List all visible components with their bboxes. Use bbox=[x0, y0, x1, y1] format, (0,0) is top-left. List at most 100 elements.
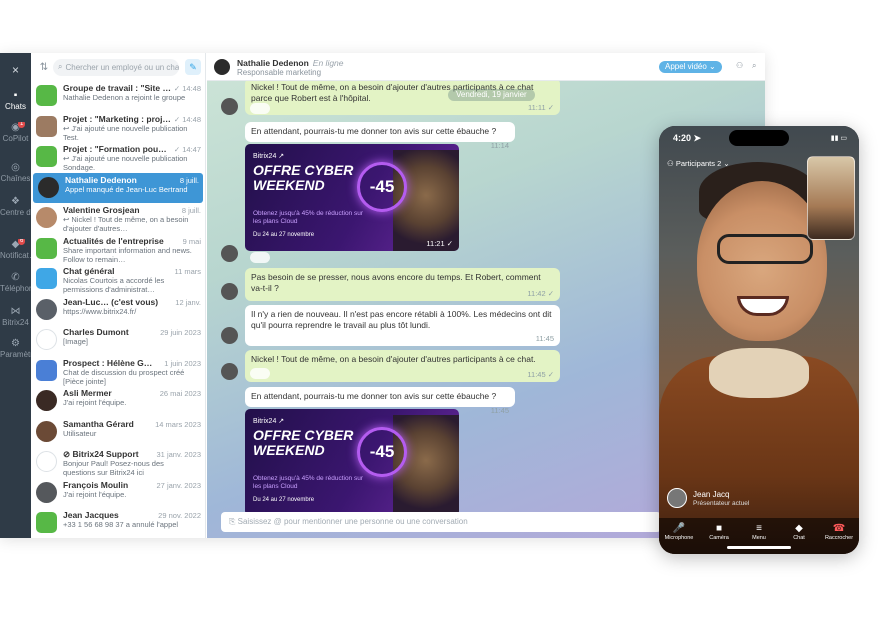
rail-item-channels[interactable]: ◎ Chaînes bbox=[0, 162, 31, 183]
participants-label: Participants 2 ⌄ bbox=[675, 159, 730, 168]
messenger-window: × ▪Chats ◉1CoPilot ◎Chaînes ❖Centre de… ◆6No… bbox=[0, 53, 765, 538]
message-time: 11:11 ✓ bbox=[527, 103, 554, 112]
image-attachment[interactable]: Bitrix24 ↗ OFFRE CYBER WEEKEND -45 Obten… bbox=[245, 409, 459, 516]
avatar[interactable] bbox=[214, 59, 230, 75]
chat-bubble-icon: ◆ bbox=[795, 523, 803, 534]
chat-list-item[interactable]: Projet : "Formation pou… ✓ 14:47 ↩ J'ai aj… bbox=[31, 142, 205, 173]
rail-item-bell[interactable]: ◆6Notificat… bbox=[0, 239, 31, 260]
message-time: 11:21 ✓ bbox=[426, 239, 453, 248]
chat-list-item[interactable]: Asli Mermer 26 mai 2023 J'ai rejoint l'équ… bbox=[31, 386, 205, 417]
chat-time: 8 juill. bbox=[179, 175, 199, 185]
participants-toggle[interactable]: ⚇ Participants 2 ⌄ bbox=[667, 159, 730, 168]
chat-preview: J'ai rejoint l'équipe. bbox=[63, 398, 127, 407]
message-time: 11:14 bbox=[490, 141, 509, 150]
camera-icon: ■ bbox=[715, 523, 723, 534]
hang-up-icon: ☎ bbox=[832, 523, 846, 534]
chat-list-item[interactable]: ⊘ Bitrix24 Support 31 janv. 2023 Bonjour P… bbox=[31, 447, 205, 478]
reaction-badge[interactable] bbox=[250, 368, 270, 379]
chat-list-item[interactable]: Charles Dumont 29 juin 2023 [Image] bbox=[31, 325, 205, 356]
close-icon[interactable]: × bbox=[0, 63, 31, 77]
reaction-badge[interactable] bbox=[250, 252, 270, 263]
chat-list-item[interactable]: Actualités de l'entreprise 9 mai Share imp… bbox=[31, 234, 205, 265]
attach-icon[interactable]: ⎘ bbox=[229, 517, 238, 526]
rail-item-chat[interactable]: ▪ Chats bbox=[0, 90, 31, 111]
chat-name: Actualités de l'entreprise bbox=[63, 235, 164, 246]
chat-list-item[interactable]: François Moulin 27 janv. 2023 J'ai rejoint… bbox=[31, 478, 205, 509]
avatar bbox=[221, 245, 238, 262]
chat-list-item[interactable]: Chat général 11 mars Nicolas Courtois a ac… bbox=[31, 264, 205, 295]
chat-time: 8 juill. bbox=[181, 206, 201, 215]
chat-preview: J'ai rejoint l'équipe. bbox=[63, 489, 127, 499]
chat-time: 31 janv. 2023 bbox=[156, 450, 201, 459]
compose-icon[interactable]: ✎ bbox=[185, 59, 201, 75]
rail-item-copilot[interactable]: ◉ 1 CoPilot bbox=[0, 122, 31, 143]
message-bubble[interactable]: Pas besoin de se presser, nous avons enc… bbox=[245, 268, 560, 301]
chat-time: 1 juin 2023 bbox=[164, 358, 201, 368]
contact-name-text: Nathalie Dedenon bbox=[237, 58, 309, 68]
chat-list: ⇅ ⌕ Chercher un employé ou un chat ✎ Gro… bbox=[31, 53, 206, 538]
chat-preview: Nathalie Dedenon a rejoint le groupe bbox=[63, 93, 186, 102]
rail-item-phone[interactable]: ✆Téléphonie bbox=[0, 272, 31, 293]
chat-list-item[interactable]: Jean Jacques 29 nov. 2022 +33 1 56 68 98 3… bbox=[31, 508, 205, 538]
avatar bbox=[221, 98, 238, 115]
discount-badge: -45 bbox=[357, 427, 407, 477]
chat-list-item[interactable]: Valentine Grosjean 8 juill. ↩ Nickel ! Tou… bbox=[31, 203, 205, 234]
add-user-icon[interactable]: ⚇ bbox=[736, 61, 743, 70]
image-attachment[interactable]: Bitrix24 ↗ OFFRE CYBER WEEKEND -45 Obten… bbox=[245, 144, 459, 251]
chat-preview: ↩ J'ai ajouté une nouvelle publication T… bbox=[63, 123, 188, 142]
video-call-button[interactable]: Appel vidéo ⌄ bbox=[659, 61, 722, 73]
group-avatar bbox=[36, 115, 57, 137]
rail-item-bitrix[interactable]: ⋈ Bitrix24 bbox=[0, 306, 31, 327]
message-input[interactable]: ⎘ Saisissez @ pour mentionner une person… bbox=[221, 512, 661, 532]
avatar bbox=[36, 451, 57, 472]
chat-name: Groupe de travail : "Site … bbox=[63, 83, 171, 93]
message-bubble[interactable]: En attendant, pourrais-tu me donner ton … bbox=[245, 122, 515, 150]
chat-list-item[interactable]: Nathalie Dedenon 8 juill. Appel manqué de … bbox=[33, 172, 203, 203]
camera-button[interactable]: ■ Caméra bbox=[699, 522, 739, 541]
copilot-icon: ◉ bbox=[11, 122, 20, 133]
home-indicator bbox=[727, 546, 791, 549]
banner-title: OFFRE CYBER WEEKEND bbox=[253, 427, 354, 458]
chat-time: 29 juin 2023 bbox=[160, 328, 201, 337]
call-control-label: Chat bbox=[793, 535, 805, 541]
menu-button[interactable]: ≡ Menu bbox=[739, 522, 779, 541]
chat-list-item[interactable]: Prospect : Hélène G… 1 juin 2023 Chat de d… bbox=[31, 356, 205, 387]
chat-list-item[interactable]: Samantha Gérard 14 mars 2023 Utilisateur bbox=[31, 417, 205, 448]
microphone-button[interactable]: 🎤 Microphone bbox=[659, 522, 699, 541]
chat-bubble-button[interactable]: ◆ Chat bbox=[779, 522, 819, 541]
message-bubble[interactable]: Nickel ! Tout de même, on a besoin d'ajo… bbox=[245, 350, 560, 382]
date-divider: Vendredi, 19 janvier bbox=[448, 89, 535, 101]
call-control-label: Microphone bbox=[664, 535, 694, 541]
rail-item-label: Chaînes bbox=[0, 174, 31, 183]
message-bubble[interactable]: Il n'y a rien de nouveau. Il n'est pas e… bbox=[245, 305, 560, 346]
channels-icon: ◎ bbox=[11, 162, 20, 173]
chat-list-item[interactable]: Groupe de travail : "Site … ✓ 14:48 Nathal… bbox=[31, 81, 205, 112]
rail-item-gear[interactable]: ⚙Paramètres bbox=[0, 338, 31, 359]
rail-item-label: Chats bbox=[5, 102, 26, 111]
chat-icon: ▪ bbox=[13, 90, 18, 101]
message-bubble[interactable]: En attendant, pourrais-tu me donner ton … bbox=[245, 387, 515, 415]
message-text: En attendant, pourrais-tu me donner ton … bbox=[251, 391, 497, 401]
chat-list-item[interactable]: Projet : "Marketing : proj… ✓ 14:48 ↩ J'ai… bbox=[31, 112, 205, 143]
group-avatar bbox=[36, 85, 57, 106]
avatar bbox=[221, 327, 238, 344]
filter-icon[interactable]: ⇅ bbox=[35, 62, 53, 73]
reaction-badge[interactable] bbox=[250, 103, 270, 114]
self-view-video[interactable] bbox=[807, 156, 855, 240]
avatar bbox=[36, 329, 57, 350]
banner-subtitle: Obtenez jusqu'à 45% de réduction sur les… bbox=[253, 475, 364, 490]
discount-badge: -45 bbox=[357, 162, 407, 212]
chat-list-item[interactable]: Jean-Luc… (c'est vous) 12 janv. https://ww… bbox=[31, 295, 205, 326]
chat-name: Chat général bbox=[63, 266, 115, 276]
chat-name: Jean Jacques bbox=[63, 510, 119, 520]
hang-up-button[interactable]: ☎ Raccrocher bbox=[819, 522, 859, 541]
bell-icon: ◆ bbox=[11, 239, 20, 250]
group-avatar bbox=[36, 146, 57, 167]
chat-name: Valentine Grosjean bbox=[63, 205, 140, 215]
phone-video-call: 4:20 ➤ ▮▮ ▭ ⚇ Participants 2 ⌄ Jean Jacq… bbox=[659, 126, 859, 554]
rail-item-help-center[interactable]: ❖Centre de… bbox=[0, 196, 31, 217]
search-icon[interactable]: ⌕ bbox=[752, 61, 756, 71]
signal-battery-icon: ▮▮ ▭ bbox=[830, 135, 847, 142]
search-input[interactable]: ⌕ Chercher un employé ou un chat bbox=[53, 58, 179, 76]
contact-name[interactable]: Nathalie Dedenon En ligne bbox=[237, 58, 344, 68]
